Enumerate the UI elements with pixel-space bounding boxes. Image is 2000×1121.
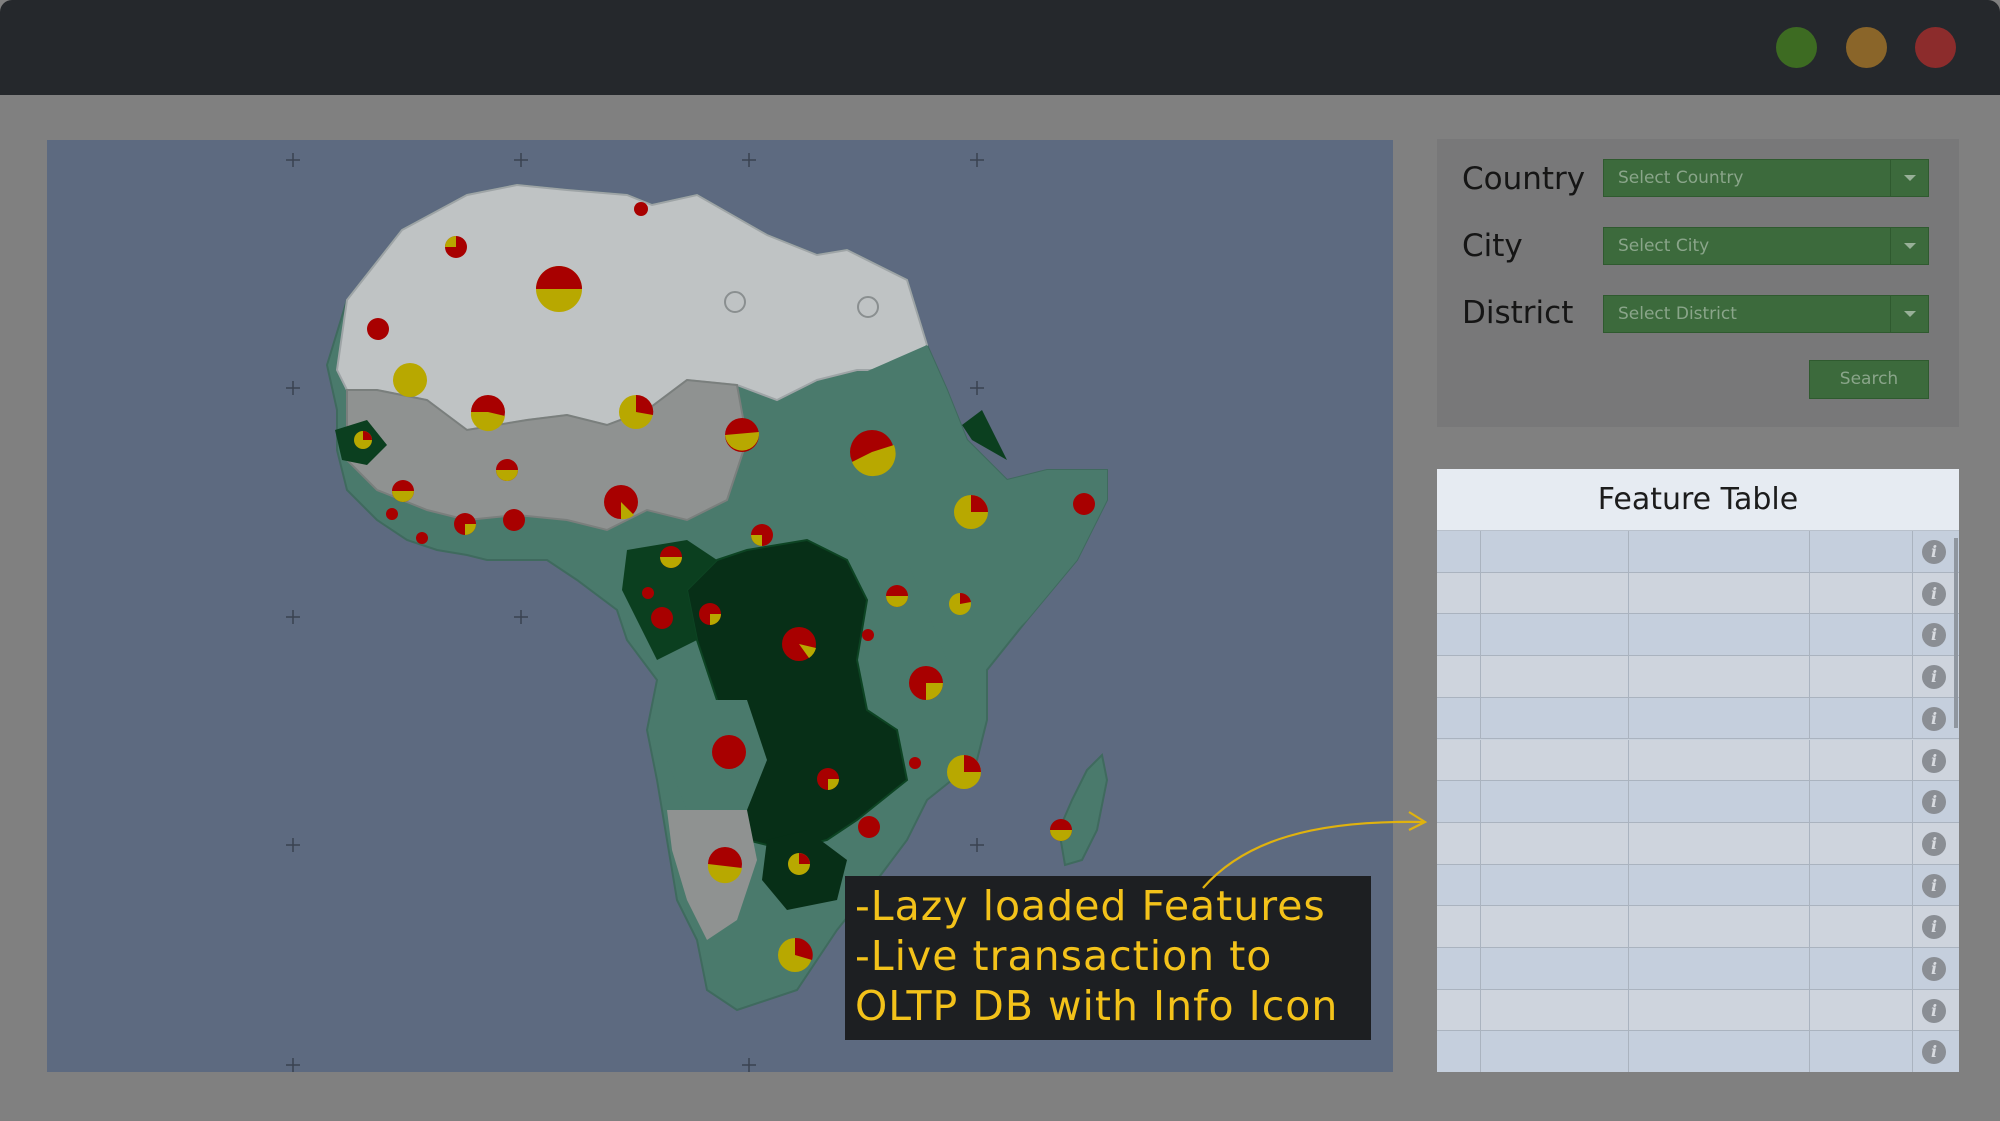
window-minimize-button[interactable] — [1776, 27, 1817, 68]
info-icon[interactable]: i — [1922, 998, 1946, 1023]
search-button[interactable]: Search — [1809, 360, 1929, 399]
table-row[interactable]: i — [1437, 572, 1959, 615]
chevron-down-icon[interactable] — [1890, 228, 1928, 264]
info-icon[interactable]: i — [1922, 540, 1946, 564]
table-row[interactable]: i — [1437, 781, 1959, 823]
table-row[interactable]: i — [1437, 656, 1959, 698]
info-icon[interactable]: i — [1922, 873, 1946, 898]
table-row[interactable]: i — [1437, 864, 1959, 907]
info-icon[interactable]: i — [1922, 581, 1946, 606]
table-row[interactable]: i — [1437, 697, 1959, 740]
window-maximize-button[interactable] — [1846, 27, 1887, 68]
city-select[interactable]: Select City — [1603, 227, 1929, 265]
table-row[interactable]: i — [1437, 614, 1959, 657]
annotation-callout: -Lazy loaded Features -Live transaction … — [845, 876, 1371, 1040]
info-icon[interactable]: i — [1922, 665, 1946, 690]
table-cell — [1437, 948, 1913, 989]
feature-table: Feature Table iiiiiiiiiiiii — [1437, 469, 1959, 1072]
table-row[interactable]: i — [1437, 989, 1959, 1032]
table-cell — [1437, 614, 1913, 656]
info-icon[interactable]: i — [1922, 623, 1946, 648]
table-cell — [1437, 822, 1913, 864]
table-cell — [1437, 906, 1913, 947]
table-scrollbar[interactable] — [1954, 538, 1958, 728]
filter-panel: Country Select Country City Select City … — [1437, 139, 1959, 427]
country-select[interactable]: Select Country — [1603, 159, 1929, 197]
info-icon[interactable]: i — [1922, 831, 1946, 856]
table-row[interactable]: i — [1437, 906, 1959, 948]
annotation-line-2: -Live transaction to — [855, 932, 1273, 980]
district-select-placeholder: Select District — [1618, 304, 1737, 324]
info-icon[interactable]: i — [1922, 957, 1946, 981]
chevron-down-icon[interactable] — [1890, 160, 1928, 196]
table-row[interactable]: i — [1437, 822, 1959, 865]
table-row[interactable]: i — [1437, 1031, 1959, 1072]
district-label: District — [1462, 295, 1574, 331]
table-cell — [1437, 989, 1913, 1031]
country-label: Country — [1462, 161, 1586, 197]
window-titlebar — [0, 0, 2000, 95]
annotation-arrow — [1202, 811, 1428, 889]
chevron-down-icon[interactable] — [1890, 296, 1928, 332]
info-icon[interactable]: i — [1922, 915, 1946, 940]
window-close-button[interactable] — [1915, 27, 1956, 68]
table-cell — [1437, 531, 1913, 572]
country-select-placeholder: Select Country — [1618, 168, 1744, 188]
district-select[interactable]: Select District — [1603, 295, 1929, 333]
table-cell — [1437, 1031, 1913, 1072]
feature-table-title: Feature Table — [1437, 469, 1959, 531]
info-icon[interactable]: i — [1922, 748, 1946, 773]
table-row[interactable]: i — [1437, 948, 1959, 990]
feature-table-body: iiiiiiiiiiiii — [1437, 531, 1959, 1072]
table-row[interactable]: i — [1437, 531, 1959, 573]
info-icon[interactable]: i — [1922, 706, 1946, 731]
table-cell — [1437, 781, 1913, 822]
table-row[interactable]: i — [1437, 739, 1959, 782]
madagascar — [1057, 752, 1109, 867]
city-label: City — [1462, 228, 1523, 264]
table-cell — [1437, 572, 1913, 614]
annotation-line-3: OLTP DB with Info Icon — [855, 982, 1339, 1030]
info-icon[interactable]: i — [1922, 1040, 1946, 1065]
table-cell — [1437, 864, 1913, 906]
table-cell — [1437, 656, 1913, 697]
table-cell — [1437, 739, 1913, 781]
city-select-placeholder: Select City — [1618, 236, 1710, 256]
table-cell — [1437, 697, 1913, 739]
info-icon[interactable]: i — [1922, 790, 1946, 815]
